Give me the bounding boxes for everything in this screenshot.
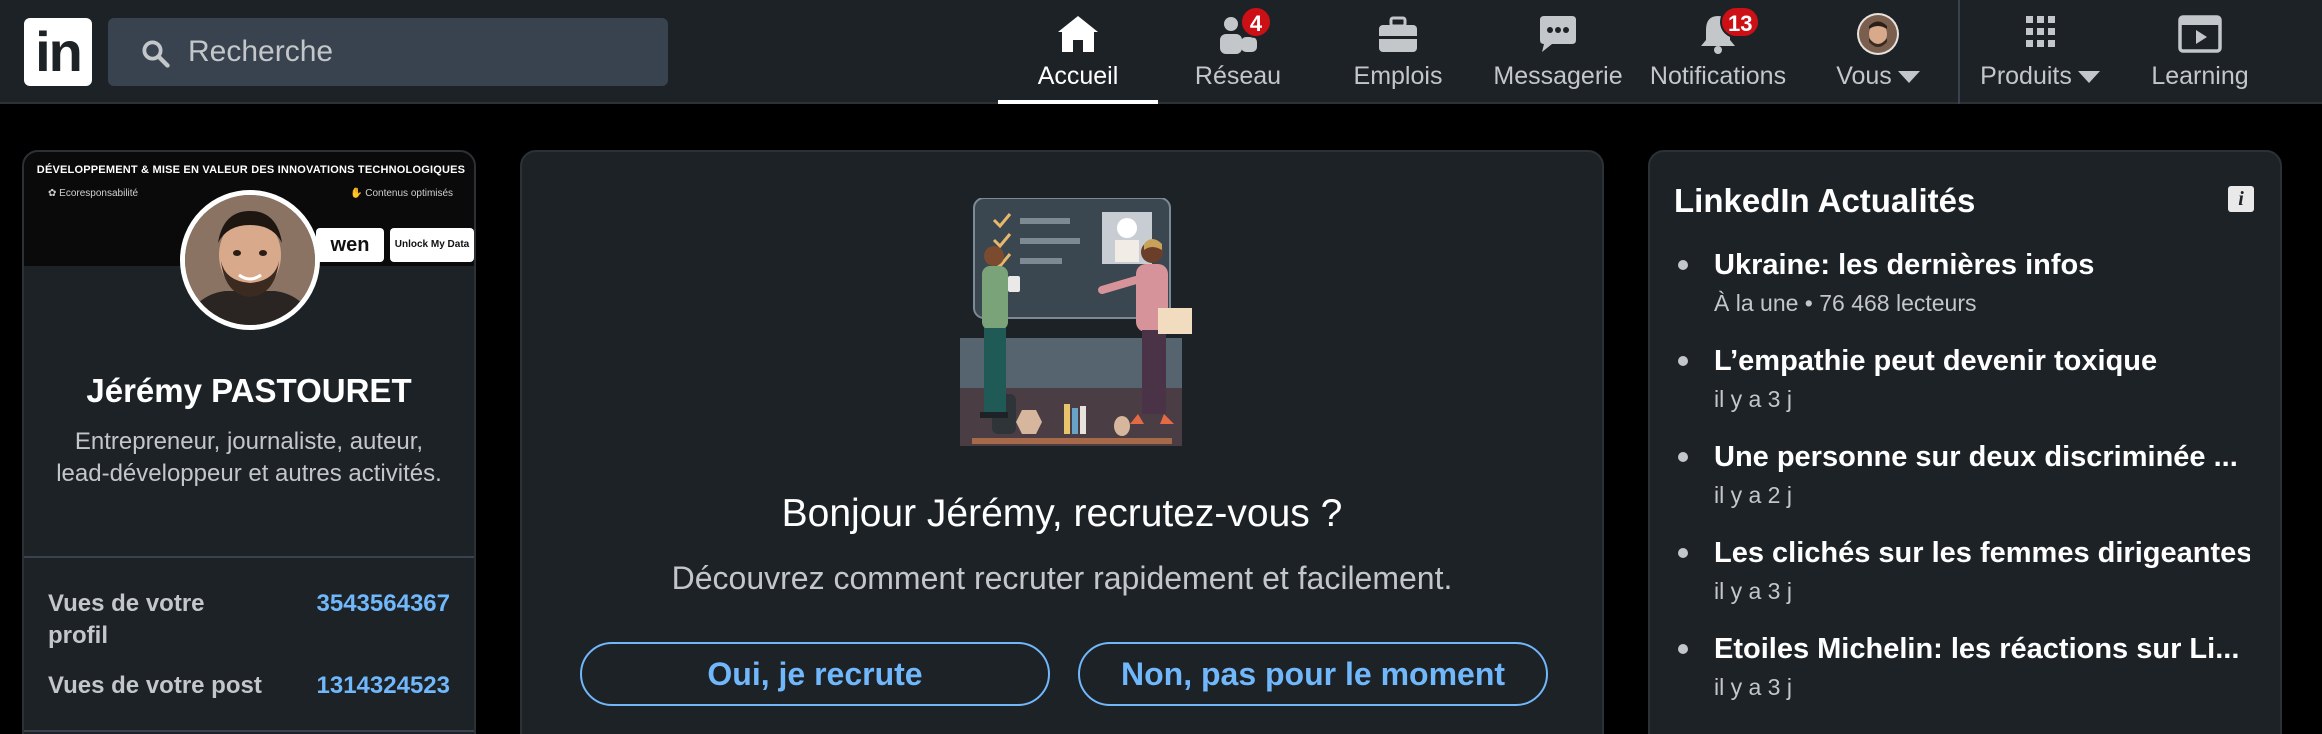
avatar [1857,13,1899,55]
profile-card: DÉVELOPPEMENT & MISE EN VALEUR DES INNOV… [22,150,476,734]
nav-label: Notifications [1649,62,1787,90]
bullet-icon [1678,644,1688,654]
nav-item-messaging[interactable]: Messagerie [1478,0,1638,104]
news-title: LinkedIn Actualités [1674,182,1976,219]
banner-title: DÉVELOPPEMENT & MISE EN VALEUR DES INNOV… [36,164,466,176]
hiring-illustration [960,198,1192,446]
divider [24,730,474,732]
news-meta: il y a 3 j [1714,578,1792,604]
profile-headline: Entrepreneur, journaliste, auteur, lead-… [56,428,442,487]
nav-label: Produits [1980,62,2072,90]
message-icon [1540,16,1576,52]
hiring-subtitle: Découvrez comment recruter rapidement et… [671,560,1453,596]
news-headline: Etoiles Michelin: les réactions sur Li..… [1714,633,2240,665]
bullet-icon [1678,356,1688,366]
nav-label: Messagerie [1493,62,1623,90]
nav-item-me[interactable]: Vous [1798,0,1958,104]
nav-label-with-caret: Vous [1798,62,1958,91]
stat-label-profile-views[interactable]: Vues de votre profil [48,588,248,652]
news-meta: il y a 3 j [1714,386,1792,412]
grid-icon [2026,16,2055,47]
profile-photo [185,195,315,325]
divider [24,556,474,558]
search-icon [142,40,170,68]
profile-avatar[interactable] [180,190,320,330]
caret-down-icon [1897,71,1920,84]
stat-label-post-views[interactable]: Vues de votre post [48,670,262,702]
news-headline: Les clichés sur les femmes dirigeantes [1714,537,2250,569]
news-item[interactable]: Etoiles Michelin: les réactions sur Li..… [1650,630,2280,716]
news-meta: À la une • 76 468 lecteurs [1714,290,1977,316]
nav-item-network[interactable]: 4 Réseau [1158,0,1318,104]
notification-badge: 4 [1240,6,1272,38]
news-item[interactable]: Ukraine: les dernières infos À la une • … [1650,246,2280,332]
bullet-icon [1678,548,1688,558]
nav-label: Réseau [1194,62,1282,90]
news-headline: L’empathie peut devenir toxique [1714,345,2158,377]
banner-tag: ✿ Ecoresponsabilité [48,188,139,199]
nav-item-home[interactable]: Accueil [998,0,1158,104]
hiring-title: Bonjour Jérémy, recrutez-vous ? [781,492,1343,535]
news-headline: Ukraine: les dernières infos [1714,249,2095,281]
nav-item-jobs[interactable]: Emplois [1318,0,1478,104]
search-bar[interactable] [108,18,668,86]
news-item[interactable]: Une personne sur deux discriminée ... il… [1650,438,2280,524]
linkedin-logo[interactable]: in [24,18,92,86]
news-headline: Une personne sur deux discriminée ... [1714,441,2238,473]
home-icon [1058,16,1098,52]
stat-value-post-views[interactable]: 1314324523 [317,670,450,702]
news-item[interactable]: L’empathie peut devenir toxique il y a 3… [1650,342,2280,428]
caret-down-icon [2077,71,2100,84]
banner-chip: Unlock My Data [390,228,474,262]
learning-icon [2178,15,2222,53]
news-meta: il y a 2 j [1714,482,1792,508]
top-navigation-bar: in Accueil 4 Réseau Emplois Messagerie 1… [0,0,2322,104]
hiring-prompt-card: Bonjour Jérémy, recrutez-vous ? Découvre… [520,150,1604,734]
banner-chip: wen [316,228,384,262]
logo-text: in [35,20,83,83]
nav-label: Vous [1836,62,1892,90]
bullet-icon [1678,452,1688,462]
yes-hiring-button[interactable]: Oui, je recrute [580,642,1050,706]
nav-item-products[interactable]: Produits [1960,0,2120,104]
news-item[interactable]: Les clichés sur les femmes dirigeantes i… [1650,534,2280,620]
nav-label: Accueil [1037,62,1119,90]
nav-label: Learning [2151,62,2249,90]
stat-value-profile-views[interactable]: 3543564367 [317,588,450,620]
notification-badge: 13 [1720,6,1761,38]
profile-name[interactable]: Jérémy PASTOURET [24,372,474,410]
nav-item-notifications[interactable]: 13 Notifications [1638,0,1798,104]
nav-label: Emplois [1353,62,1443,90]
nav-label-with-caret: Produits [1960,62,2120,91]
news-meta: il y a 3 j [1714,674,1792,700]
info-icon[interactable]: i [2228,186,2254,212]
bullet-icon [1678,260,1688,270]
briefcase-icon [1379,16,1417,52]
nav-item-learning[interactable]: Learning [2120,0,2280,104]
banner-tag: ✋ Contenus optimisés [350,188,454,199]
not-hiring-button[interactable]: Non, pas pour le moment [1078,642,1548,706]
search-input[interactable] [188,18,648,86]
active-indicator [998,100,1158,104]
news-card: LinkedIn Actualités i Ukraine: les derni… [1648,150,2282,734]
